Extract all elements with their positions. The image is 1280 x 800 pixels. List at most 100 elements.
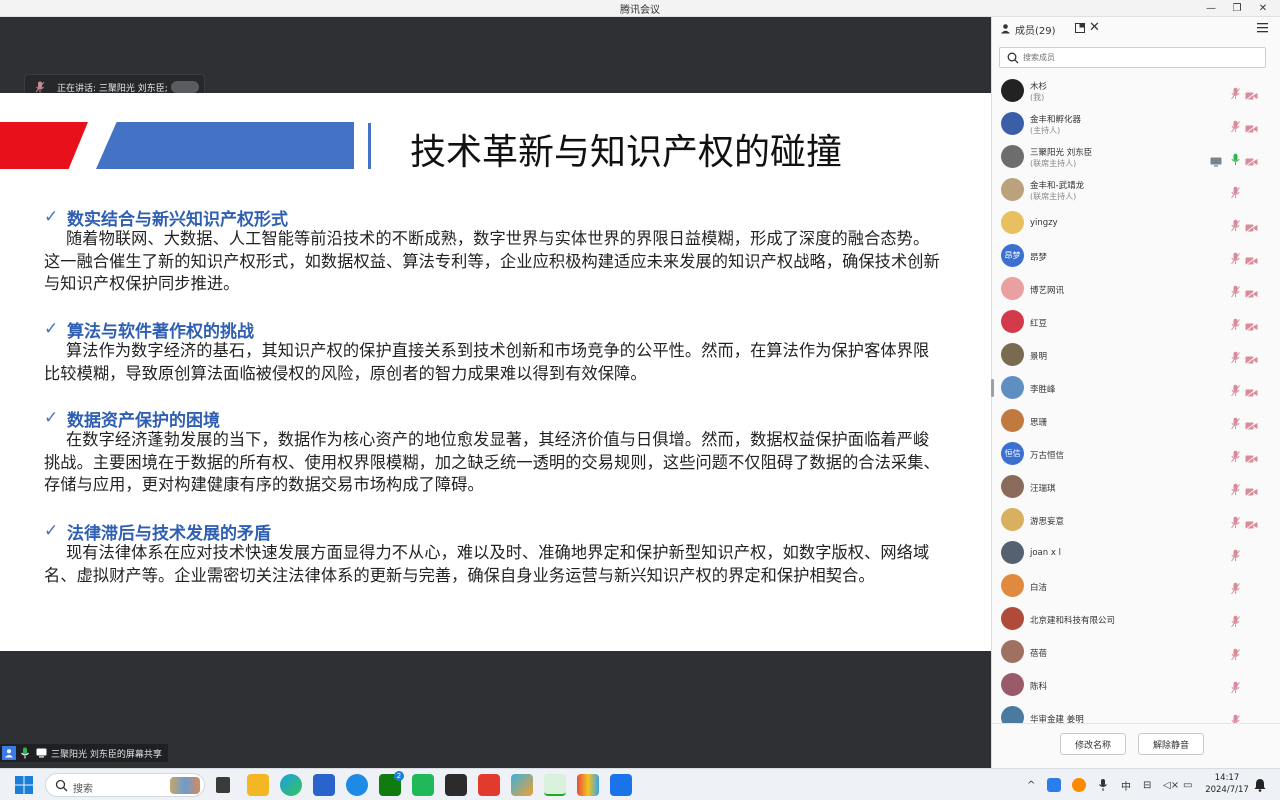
- member-row[interactable]: 红豆: [992, 306, 1280, 339]
- mic-muted-icon[interactable]: [1230, 85, 1241, 104]
- restore-button[interactable]: ❐: [1224, 0, 1250, 16]
- mic-muted-icon[interactable]: [1230, 118, 1241, 137]
- member-search-input[interactable]: [1023, 50, 1253, 65]
- member-row[interactable]: 北京建和科技有限公司: [992, 603, 1280, 636]
- avatar: [1001, 673, 1024, 696]
- member-row[interactable]: 李胜峰: [992, 372, 1280, 405]
- taskbar-clock[interactable]: 14:17 2024/7/17: [1205, 772, 1249, 796]
- member-row[interactable]: 博艺网讯: [992, 273, 1280, 306]
- wechat-icon[interactable]: [544, 774, 566, 796]
- camera-off-icon[interactable]: [1245, 218, 1258, 237]
- capcut-icon[interactable]: [445, 774, 467, 796]
- mic-muted-icon[interactable]: [1230, 679, 1241, 698]
- ime-indicator[interactable]: 中: [1121, 769, 1131, 800]
- tencent-meeting-icon[interactable]: [610, 774, 632, 796]
- app-icon[interactable]: [511, 774, 533, 796]
- mic-muted-icon[interactable]: [1230, 481, 1241, 500]
- camera-off-icon[interactable]: [1245, 482, 1258, 501]
- mic-muted-icon[interactable]: [1230, 349, 1241, 368]
- member-row[interactable]: 金丰和-武靖龙 (联席主持人): [992, 174, 1280, 207]
- tray-chevron-icon[interactable]: ^: [1027, 769, 1035, 800]
- taskbar-search[interactable]: 搜索: [45, 773, 205, 797]
- camera-off-icon[interactable]: [1245, 86, 1258, 105]
- mic-muted-icon[interactable]: [1230, 547, 1241, 566]
- mic-muted-icon[interactable]: [1230, 448, 1241, 467]
- tray-mic-icon[interactable]: [1098, 778, 1108, 792]
- search-icon: [1007, 52, 1019, 64]
- mic-muted-icon[interactable]: [1230, 250, 1241, 269]
- user-icon: [2, 746, 16, 760]
- member-name: 思珊: [1030, 418, 1048, 428]
- tray-app-icon[interactable]: [1047, 778, 1061, 792]
- mic-muted-icon[interactable]: [1230, 283, 1241, 302]
- winrar-icon[interactable]: [577, 774, 599, 796]
- member-row[interactable]: yingzy: [992, 207, 1280, 240]
- close-button[interactable]: ✕: [1250, 0, 1276, 16]
- mic-muted-icon[interactable]: [1230, 217, 1241, 236]
- mic-on-icon: [18, 746, 32, 760]
- camera-off-icon[interactable]: [1245, 515, 1258, 534]
- camera-off-icon[interactable]: [1245, 152, 1258, 171]
- member-search[interactable]: [999, 47, 1266, 68]
- camera-off-icon[interactable]: [1245, 416, 1258, 435]
- member-name: 博艺网讯: [1030, 286, 1065, 296]
- file-explorer-icon[interactable]: [247, 774, 269, 796]
- tray-network-icon[interactable]: ⊟: [1143, 769, 1151, 800]
- popout-icon[interactable]: [1075, 23, 1085, 33]
- minimize-button[interactable]: —: [1198, 0, 1224, 16]
- share-status-text: 三聚阳光 刘东臣的屏幕共享: [51, 749, 162, 760]
- member-row[interactable]: 白洁: [992, 570, 1280, 603]
- member-row[interactable]: 游思妄意: [992, 504, 1280, 537]
- mic-muted-icon[interactable]: [1230, 316, 1241, 335]
- tray-sync-icon[interactable]: [1072, 778, 1086, 792]
- panel-menu-icon[interactable]: [1257, 22, 1268, 33]
- member-row[interactable]: 昂梦 昂梦: [992, 240, 1280, 273]
- mic-muted-icon[interactable]: [1230, 184, 1241, 203]
- camera-off-icon[interactable]: [1245, 284, 1258, 303]
- camera-off-icon[interactable]: [1245, 251, 1258, 270]
- camera-off-icon[interactable]: [1245, 383, 1258, 402]
- mic-muted-icon[interactable]: [1230, 514, 1241, 533]
- mic-muted-icon[interactable]: [1230, 580, 1241, 599]
- rename-button[interactable]: 修改名称: [1060, 733, 1126, 755]
- member-row[interactable]: 思珊: [992, 405, 1280, 438]
- member-row[interactable]: 金丰和孵化器 (主持人): [992, 108, 1280, 141]
- member-row[interactable]: 木杉 (我): [992, 75, 1280, 108]
- member-panel-header: 成员(29) ✕: [992, 17, 1280, 41]
- panel-resize-handle[interactable]: [991, 379, 994, 397]
- member-row[interactable]: 汪瑞琪: [992, 471, 1280, 504]
- tray-battery-icon[interactable]: ▭: [1183, 769, 1192, 800]
- member-row[interactable]: 三聚阳光 刘东臣 (联席主持人): [992, 141, 1280, 174]
- presentation-slide: 技术革新与知识产权的碰撞 ✓ 数实结合与新兴知识产权形式 随着物联网、大数据、人工…: [0, 93, 991, 651]
- tray-volume-icon[interactable]: ◁×: [1163, 769, 1179, 800]
- camera-off-icon[interactable]: [1245, 449, 1258, 468]
- chat-app-icon[interactable]: [412, 774, 434, 796]
- member-row[interactable]: 蓓蓓: [992, 636, 1280, 669]
- unmute-button[interactable]: 解除静音: [1138, 733, 1204, 755]
- mic-on-icon[interactable]: [1230, 151, 1241, 170]
- member-row[interactable]: 景明: [992, 339, 1280, 372]
- member-row[interactable]: 恒信 万古恒信: [992, 438, 1280, 471]
- edge-icon[interactable]: [280, 774, 302, 796]
- mic-muted-icon[interactable]: [1230, 712, 1241, 723]
- camera-off-icon[interactable]: [1245, 350, 1258, 369]
- member-name: 华审金建 姜明: [1030, 715, 1084, 723]
- task-view-icon[interactable]: [216, 777, 230, 793]
- mic-muted-icon[interactable]: [1230, 613, 1241, 632]
- camera-off-icon[interactable]: [1245, 317, 1258, 336]
- avatar: [1001, 541, 1024, 564]
- camera-off-icon[interactable]: [1245, 119, 1258, 138]
- wps-icon[interactable]: [478, 774, 500, 796]
- store-icon[interactable]: [313, 774, 335, 796]
- notification-bell-icon[interactable]: [1254, 778, 1266, 792]
- mic-muted-icon[interactable]: [1230, 646, 1241, 665]
- close-panel-icon[interactable]: ✕: [1089, 20, 1100, 35]
- mic-muted-icon[interactable]: [1230, 415, 1241, 434]
- ie-icon[interactable]: [346, 774, 368, 796]
- screen-share-status[interactable]: 三聚阳光 刘东臣的屏幕共享: [0, 744, 168, 762]
- member-row[interactable]: 陈科: [992, 669, 1280, 702]
- mic-muted-icon[interactable]: [1230, 382, 1241, 401]
- member-row[interactable]: joan x l: [992, 537, 1280, 570]
- windows-start-icon[interactable]: [14, 775, 34, 795]
- member-row[interactable]: 华审金建 姜明: [992, 702, 1280, 723]
